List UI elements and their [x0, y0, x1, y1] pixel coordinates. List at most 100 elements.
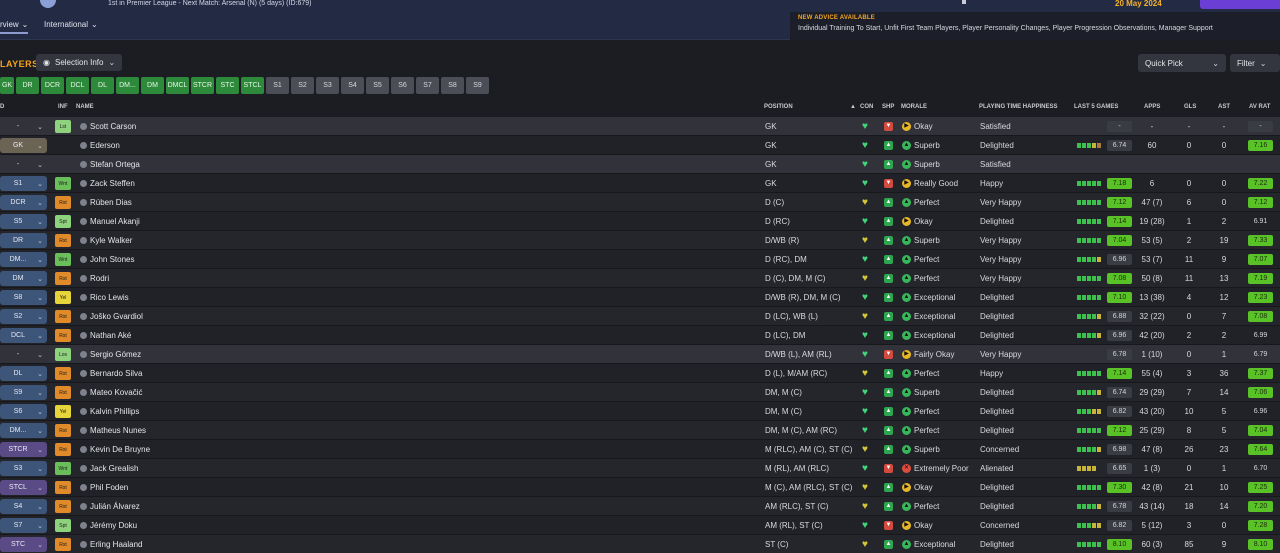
col-average-rating[interactable]: AV RAT — [1249, 104, 1270, 110]
position-chip[interactable]: S6 — [391, 77, 414, 94]
table-row[interactable]: S1 ⌄ Wnt Zack Steffen GK ♥ ▼ ▶ Really Good Happ… — [0, 174, 1280, 193]
col-position[interactable]: POSITION — [764, 104, 793, 110]
info-badge[interactable]: Rst — [55, 272, 71, 285]
position-chip[interactable]: DM — [141, 77, 164, 94]
selection-dropdown[interactable]: DM ⌄ — [0, 271, 47, 286]
col-inf[interactable]: INF — [58, 104, 68, 110]
selection-dropdown[interactable]: S6 ⌄ — [0, 404, 47, 419]
table-row[interactable]: GK ⌄ Ederson GK ♥ ▲ ▲ Superb Delighted 6.74 60 0 0… — [0, 136, 1280, 155]
position-chip[interactable]: DM... — [116, 77, 139, 94]
player-name[interactable]: Manuel Akanji — [90, 217, 140, 226]
position-chip[interactable]: S7 — [416, 77, 439, 94]
selection-dropdown[interactable]: - ⌄ — [0, 157, 47, 172]
selection-info-dropdown[interactable]: ◉ Selection Info ⌄ — [36, 54, 123, 71]
selection-dropdown[interactable]: DR ⌄ — [0, 233, 47, 248]
info-badge[interactable]: Rst — [55, 538, 71, 551]
tab-international[interactable]: International ⌄ — [44, 20, 98, 29]
selection-dropdown[interactable]: STCR ⌄ — [0, 442, 47, 457]
advice-panel[interactable]: NEW ADVICE AVAILABLE Individual Training… — [790, 12, 1280, 40]
info-badge[interactable]: Rst — [55, 500, 71, 513]
selection-dropdown[interactable]: DCL ⌄ — [0, 328, 47, 343]
player-name[interactable]: Rúben Dias — [90, 198, 132, 207]
selection-dropdown[interactable]: S9 ⌄ — [0, 385, 47, 400]
continue-button[interactable] — [1200, 0, 1280, 9]
table-row[interactable]: DM ⌄ Rst Rodri D (C), DM, M (C) ♥ ▲ ▲ Perfect V… — [0, 269, 1280, 288]
selection-dropdown[interactable]: DL ⌄ — [0, 366, 47, 381]
selection-dropdown[interactable]: GK ⌄ — [0, 138, 47, 153]
player-name[interactable]: Jack Grealish — [90, 464, 138, 473]
table-row[interactable]: S3 ⌄ Wnt Jack Grealish M (RL), AM (RLC) ♥ ▼ ✕… — [0, 459, 1280, 478]
player-name[interactable]: Mateo Kovačić — [90, 388, 142, 397]
info-badge[interactable]: Wnt — [55, 253, 71, 266]
player-name[interactable]: Zack Steffen — [90, 179, 135, 188]
player-name[interactable]: Rico Lewis — [90, 293, 129, 302]
selection-dropdown[interactable]: S1 ⌄ — [0, 176, 47, 191]
position-chip[interactable]: S8 — [441, 77, 464, 94]
selection-dropdown[interactable]: S4 ⌄ — [0, 499, 47, 514]
col-selection[interactable]: D — [0, 104, 4, 110]
position-chip[interactable]: GK — [0, 77, 14, 94]
col-playing-time[interactable]: PLAYING TIME HAPPINESS — [979, 104, 1057, 110]
selection-dropdown[interactable]: DM... ⌄ — [0, 252, 47, 267]
info-badge[interactable]: Yel — [55, 291, 71, 304]
info-badge[interactable]: Rst — [55, 386, 71, 399]
info-badge[interactable]: Spt — [55, 519, 71, 532]
player-name[interactable]: Ederson — [90, 141, 120, 150]
table-row[interactable]: DCL ⌄ Rst Nathan Aké D (LC), DM ♥ ▲ ▲ Exceptio… — [0, 326, 1280, 345]
selection-dropdown[interactable]: STC ⌄ — [0, 537, 47, 552]
table-row[interactable]: S4 ⌄ Rst Julián Álvarez AM (RLC), ST (C) ♥ ▲… — [0, 497, 1280, 516]
selection-dropdown[interactable]: - ⌄ — [0, 119, 47, 134]
table-row[interactable]: S2 ⌄ Rst Joško Gvardiol D (LC), WB (L) ♥ ▲ ▲ E… — [0, 307, 1280, 326]
info-badge[interactable]: Rst — [55, 443, 71, 456]
position-chip[interactable]: S3 — [316, 77, 339, 94]
player-name[interactable]: Bernardo Silva — [90, 369, 142, 378]
player-name[interactable]: Phil Foden — [90, 483, 128, 492]
table-row[interactable]: S5 ⌄ Spt Manuel Akanji D (RC) ♥ ▲ ▶ Okay Deligh… — [0, 212, 1280, 231]
selection-dropdown[interactable]: DCR ⌄ — [0, 195, 47, 210]
position-chip[interactable]: DR — [16, 77, 39, 94]
table-row[interactable]: S9 ⌄ Rst Mateo Kovačić DM, M (C) ♥ ▲ ▲ Superb D… — [0, 383, 1280, 402]
table-row[interactable]: - ⌄ Stefan Ortega GK ♥ ▲ ▲ Superb Satisfied — [0, 155, 1280, 174]
player-name[interactable]: Stefan Ortega — [90, 160, 140, 169]
table-row[interactable]: DL ⌄ Rst Bernardo Silva D (L), M/AM (RC) ♥ ▲… — [0, 364, 1280, 383]
table-row[interactable]: DM... ⌄ Rst Matheus Nunes DM, M (C), AM (R… — [0, 421, 1280, 440]
col-apps[interactable]: APPS — [1144, 104, 1160, 110]
position-chip[interactable]: DMCL — [166, 77, 189, 94]
table-row[interactable]: - ⌄ Los Sergio Gómez D/WB (L), AM (RL) ♥ ▼ ▶ F… — [0, 345, 1280, 364]
info-badge[interactable]: Los — [55, 348, 71, 361]
table-row[interactable]: DM... ⌄ Wnt John Stones D (RC), DM ♥ ▲ ▲ Perfe… — [0, 250, 1280, 269]
selection-dropdown[interactable]: S8 ⌄ — [0, 290, 47, 305]
info-badge[interactable]: Yel — [55, 405, 71, 418]
info-badge[interactable]: Spt — [55, 215, 71, 228]
position-chip[interactable]: DL — [91, 77, 114, 94]
player-name[interactable]: Kalvin Phillips — [90, 407, 139, 416]
selection-dropdown[interactable]: S2 ⌄ — [0, 309, 47, 324]
position-chip[interactable]: DCR — [41, 77, 64, 94]
selection-dropdown[interactable]: S5 ⌄ — [0, 214, 47, 229]
tab-overview[interactable]: rview ⌄ — [0, 20, 29, 34]
position-chip[interactable]: STCR — [191, 77, 214, 94]
player-name[interactable]: Joško Gvardiol — [90, 312, 143, 321]
col-morale[interactable]: MORALE — [901, 104, 927, 110]
table-row[interactable]: S6 ⌄ Yel Kalvin Phillips DM, M (C) ♥ ▲ ▲ Perfe… — [0, 402, 1280, 421]
player-name[interactable]: Nathan Aké — [90, 331, 131, 340]
info-badge[interactable]: Rst — [55, 329, 71, 342]
selection-dropdown[interactable]: S7 ⌄ — [0, 518, 47, 533]
info-badge[interactable]: Wnt — [55, 177, 71, 190]
table-row[interactable]: STCR ⌄ Rst Kevin De Bruyne M (RLC), AM (C)… — [0, 440, 1280, 459]
club-crest-icon[interactable] — [40, 0, 56, 8]
info-badge[interactable]: Rst — [55, 367, 71, 380]
info-badge[interactable]: Lst — [55, 120, 71, 133]
col-assists[interactable]: AST — [1218, 104, 1230, 110]
position-chip[interactable]: S1 — [266, 77, 289, 94]
col-sharpness[interactable]: SHP — [882, 104, 894, 110]
player-name[interactable]: Julián Álvarez — [90, 502, 140, 511]
col-condition[interactable]: CON — [860, 104, 873, 110]
selection-dropdown[interactable]: S3 ⌄ — [0, 461, 47, 476]
player-name[interactable]: Kyle Walker — [90, 236, 132, 245]
position-chip[interactable]: STCL — [241, 77, 264, 94]
info-badge[interactable]: Rst — [55, 481, 71, 494]
table-row[interactable]: - ⌄ Lst Scott Carson GK ♥ ▼ ▶ Okay Satisfied - - -… — [0, 117, 1280, 136]
player-name[interactable]: Sergio Gómez — [90, 350, 141, 359]
selection-dropdown[interactable]: DM... ⌄ — [0, 423, 47, 438]
